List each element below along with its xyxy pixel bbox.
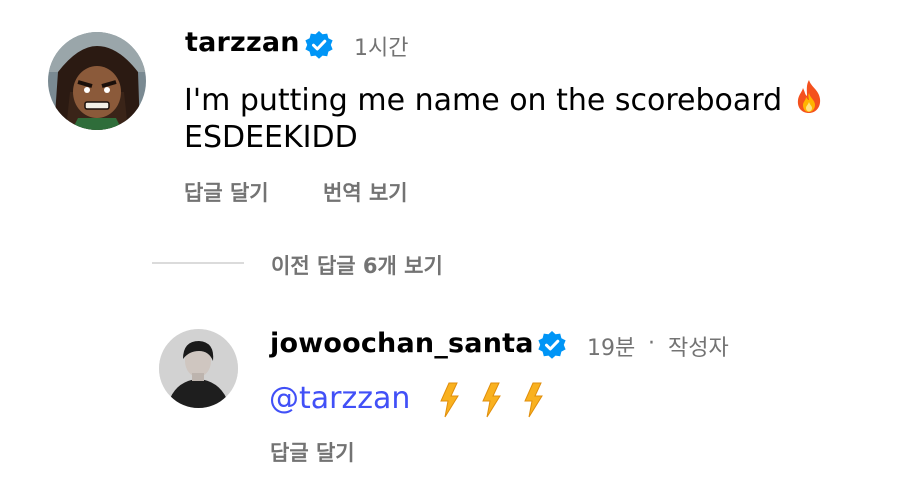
view-previous-replies-button[interactable]: 이전 답글 6개 보기	[271, 250, 443, 280]
divider-line	[152, 262, 244, 264]
comment-text: I'm putting me name on the scoreboard	[184, 83, 783, 118]
lightning-emoji-icon	[524, 382, 543, 418]
reply-timestamp: 19분	[587, 336, 636, 361]
comment-text-line2: ESDEEKIDD	[184, 120, 358, 155]
author-label: 작성자	[668, 336, 729, 361]
lightning-emoji-group	[437, 381, 547, 419]
lightning-emoji-icon	[482, 382, 501, 418]
reply-username[interactable]: jowoochan_santa	[270, 328, 534, 359]
reply-button[interactable]: 답글 달기	[184, 177, 269, 207]
mention-link[interactable]: @tarzzan	[269, 381, 410, 416]
separator-dot: ·	[648, 331, 655, 356]
lightning-emoji-icon	[440, 382, 459, 418]
photo-avatar-image	[159, 329, 238, 408]
verified-badge-icon	[537, 330, 567, 360]
reply-avatar[interactable]	[159, 329, 238, 408]
fire-emoji-icon	[792, 78, 826, 125]
translate-button[interactable]: 번역 보기	[323, 177, 408, 207]
reply-reply-button[interactable]: 답글 달기	[270, 437, 355, 467]
verified-badge-icon	[304, 30, 334, 60]
comment-username[interactable]: tarzzan	[185, 27, 300, 58]
comment-timestamp: 1시간	[354, 36, 409, 61]
reply-text: @tarzzan	[269, 379, 410, 419]
avatar[interactable]	[48, 32, 146, 130]
cartoon-avatar-image	[48, 32, 146, 130]
